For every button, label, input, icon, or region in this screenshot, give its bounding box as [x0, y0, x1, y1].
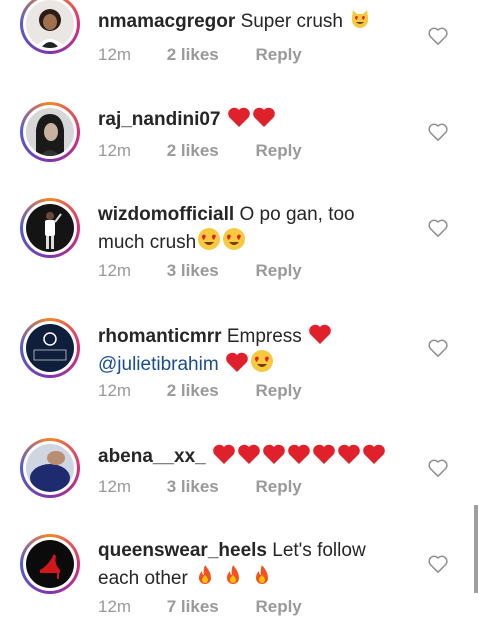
comment-time: 12m — [98, 261, 132, 280]
red-heart-icon — [252, 107, 275, 127]
user-mention-link[interactable]: @julietibrahim — [98, 354, 219, 375]
comment-username[interactable]: rhomanticmrr — [98, 326, 222, 347]
reply-button[interactable]: Reply — [255, 597, 301, 617]
red-heart-icon — [363, 444, 385, 464]
comment-likes[interactable]: 3 likes — [167, 261, 251, 281]
scrollbar[interactable] — [474, 505, 478, 593]
avatar[interactable] — [20, 102, 80, 162]
avatar-photo — [26, 540, 74, 588]
comment-text: raj_nandini07 — [98, 106, 398, 132]
comment-meta: 12m 7 likes Reply — [98, 597, 302, 617]
comment-likes[interactable]: 2 likes — [167, 141, 251, 161]
comment-likes[interactable]: 3 likes — [167, 477, 251, 497]
comment-time: 12m — [98, 141, 132, 160]
avatar-photo — [26, 444, 74, 492]
red-heart-icon — [288, 444, 310, 464]
reply-button[interactable]: Reply — [255, 141, 301, 161]
reply-button[interactable]: Reply — [255, 477, 301, 497]
red-heart-icon — [213, 444, 235, 464]
avatar[interactable] — [20, 198, 80, 258]
like-heart-icon[interactable] — [427, 218, 449, 238]
avatar[interactable] — [20, 534, 80, 594]
comment-time: 12m — [98, 477, 132, 496]
heart-eyes-icon — [223, 228, 246, 250]
avatar[interactable] — [20, 0, 80, 54]
avatar-photo — [26, 324, 74, 372]
like-heart-icon[interactable] — [427, 122, 449, 142]
comment-meta: 12m 3 likes Reply — [98, 477, 302, 497]
comment-time: 12m — [98, 45, 132, 64]
comment-text: nmamacgregor Super crush — [98, 8, 398, 34]
avatar[interactable] — [20, 318, 80, 378]
reply-button[interactable]: Reply — [255, 45, 301, 65]
red-heart-icon — [227, 107, 250, 127]
avatar-photo — [26, 204, 74, 252]
comment-text: queenswear_heels Let's follow each other — [98, 540, 366, 589]
heart-eyes-icon — [250, 350, 273, 372]
comment-username[interactable]: nmamacgregor — [98, 11, 235, 32]
comment-likes[interactable]: 7 likes — [167, 597, 251, 617]
red-heart-icon — [226, 352, 248, 372]
red-heart-icon — [238, 444, 260, 464]
comment-meta: 12m 2 likes Reply — [98, 141, 302, 161]
comment-meta: 12m 2 likes Reply — [98, 45, 302, 65]
like-heart-icon[interactable] — [427, 26, 449, 46]
like-heart-icon[interactable] — [427, 338, 449, 358]
comment-time: 12m — [98, 381, 132, 400]
avatar-photo — [26, 108, 74, 156]
comment-username[interactable]: raj_nandini07 — [98, 109, 221, 130]
reply-button[interactable]: Reply — [255, 261, 301, 281]
comment-text: rhomanticmrr Empress @julietibrahim — [98, 323, 398, 377]
fire-icon — [199, 565, 212, 584]
comment-meta: 12m 2 likes Reply — [98, 381, 302, 401]
comment-username[interactable]: abena__xx_ — [98, 446, 206, 467]
comment-username[interactable]: wizdomofficiall — [98, 204, 234, 225]
comment-text: wizdomofficiall O po gan, too much crush — [98, 204, 355, 253]
red-heart-icon — [338, 444, 360, 464]
smiling-cat-heart-eyes-icon — [352, 10, 369, 28]
fire-icon — [255, 565, 268, 584]
comment-likes[interactable]: 2 likes — [167, 45, 251, 65]
comment-likes[interactable]: 2 likes — [167, 381, 251, 401]
avatar[interactable] — [20, 438, 80, 498]
heart-eyes-icon — [198, 228, 221, 250]
avatar-photo — [26, 0, 74, 48]
like-heart-icon[interactable] — [427, 554, 449, 574]
reply-button[interactable]: Reply — [255, 381, 301, 401]
comment-time: 12m — [98, 597, 132, 616]
comment-username[interactable]: queenswear_heels — [98, 540, 267, 561]
like-heart-icon[interactable] — [427, 458, 449, 478]
red-heart-icon — [313, 444, 335, 464]
fire-icon — [227, 565, 240, 584]
red-heart-icon — [263, 444, 285, 464]
comment-meta: 12m 3 likes Reply — [98, 261, 302, 281]
red-heart-icon — [309, 324, 331, 344]
comment-text: abena__xx_ — [98, 443, 398, 469]
